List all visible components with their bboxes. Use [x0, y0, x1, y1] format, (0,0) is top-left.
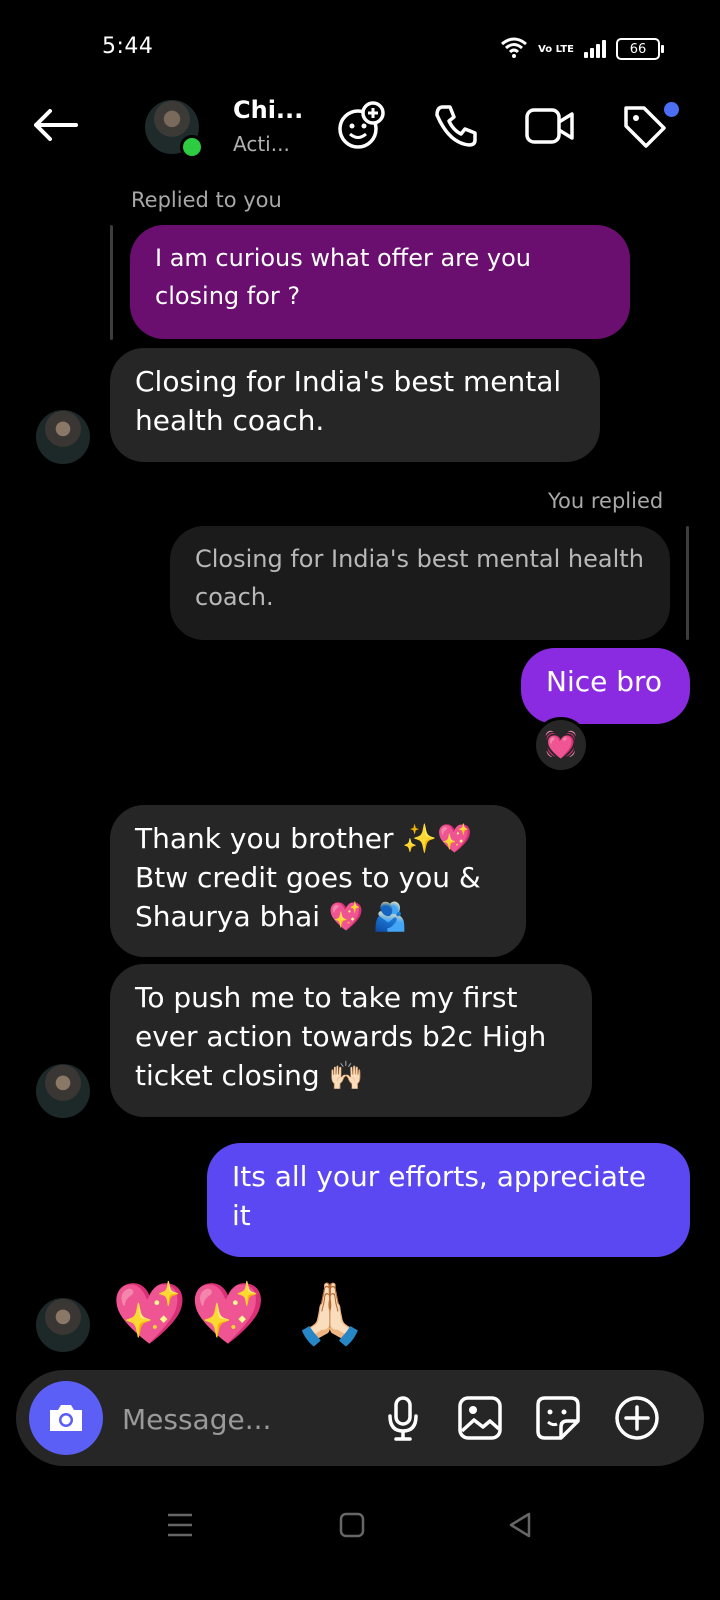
signal-icon [584, 40, 606, 58]
home-icon[interactable] [332, 1505, 372, 1545]
contact-active-status: Acti... [233, 132, 290, 156]
status-time: 5:44 [102, 34, 154, 59]
message-input[interactable] [120, 1394, 364, 1444]
sticker-icon[interactable] [533, 1393, 583, 1443]
online-status-dot [180, 135, 204, 159]
sender-avatar[interactable] [36, 410, 90, 464]
notification-dot [664, 102, 679, 117]
battery-level: 66 [629, 41, 647, 57]
microphone-icon[interactable] [378, 1393, 428, 1443]
status-indicators: Vo LTE 66 [500, 36, 664, 62]
outgoing-message[interactable]: Nice bro [521, 648, 690, 724]
sender-avatar[interactable] [36, 1064, 90, 1118]
battery-icon: 66 [616, 38, 664, 60]
back-nav-icon[interactable] [500, 1505, 540, 1545]
plus-circle-icon[interactable] [612, 1393, 662, 1443]
outgoing-message[interactable]: Its all your efforts, appreciate it [207, 1143, 690, 1257]
incoming-message[interactable]: Closing for India's best mental health c… [110, 348, 600, 462]
emoji-message[interactable]: 💖💖 🙏🏻 [112, 1278, 371, 1349]
back-arrow-icon[interactable] [30, 100, 80, 150]
reply-quote-bar [110, 225, 113, 340]
video-call-icon[interactable] [523, 100, 577, 152]
quoted-message[interactable]: Closing for India's best mental health c… [170, 526, 670, 640]
camera-button[interactable] [29, 1381, 103, 1455]
contact-name[interactable]: Chi... [233, 96, 303, 124]
wifi-icon [500, 36, 528, 62]
volte-icon: Vo LTE [538, 43, 574, 55]
reply-quote-bar [686, 526, 689, 640]
add-effects-icon[interactable] [335, 100, 387, 152]
camera-icon [50, 1405, 82, 1431]
recent-apps-icon[interactable] [160, 1505, 200, 1545]
incoming-message[interactable]: To push me to take my first ever action … [110, 964, 592, 1117]
quoted-message[interactable]: I am curious what offer are you closing … [130, 225, 630, 339]
gallery-icon[interactable] [455, 1393, 505, 1443]
tag-icon[interactable] [618, 100, 670, 152]
phone-call-icon[interactable] [430, 100, 482, 152]
heart-reaction[interactable]: 💓 [533, 717, 589, 773]
you-replied-label: You replied [548, 489, 664, 513]
replied-to-you-label: Replied to you [131, 188, 282, 212]
incoming-message[interactable]: Thank you brother ✨💖 Btw credit goes to … [110, 805, 526, 957]
sender-avatar[interactable] [36, 1298, 90, 1352]
